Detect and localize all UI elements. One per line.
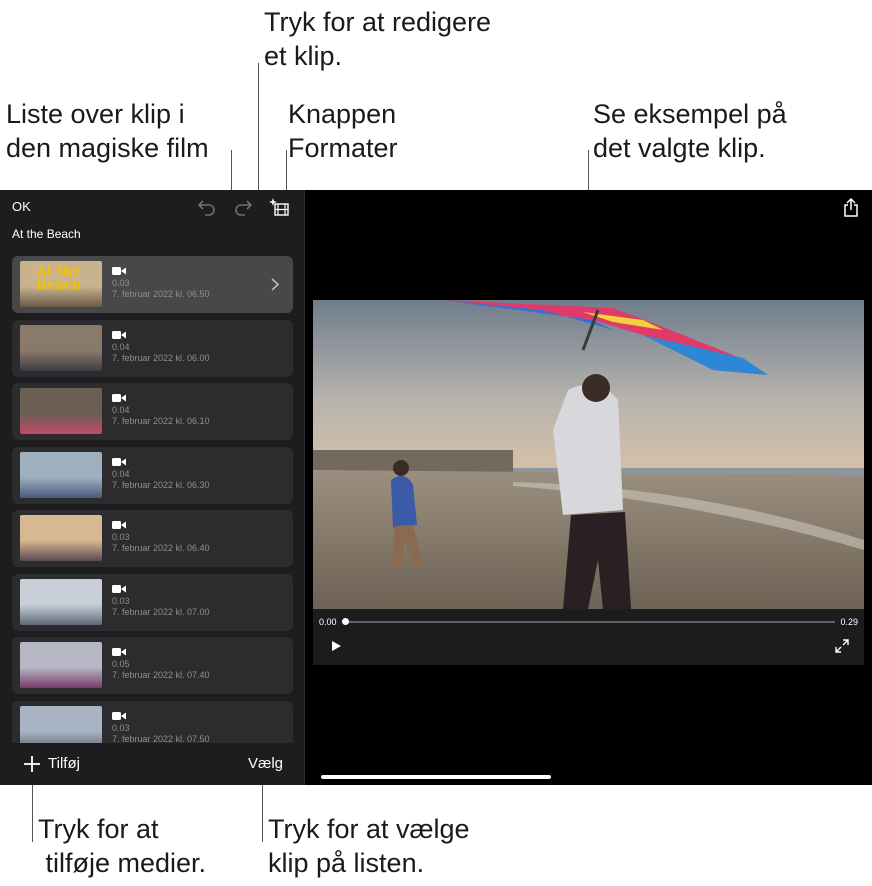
clip-duration: 0.03 [112, 595, 130, 606]
clip-duration: 0.04 [112, 405, 130, 415]
clip-row[interactable]: 0.03 7. februar 2022 kl. 06.40 [12, 510, 293, 567]
leader-line [286, 150, 287, 195]
redo-icon[interactable] [232, 197, 254, 217]
clip-duration: 0.03 [112, 532, 130, 542]
undo-icon[interactable] [196, 197, 218, 217]
clip-duration: 0.04 [112, 341, 130, 352]
clip-date: 7. februar 2022 kl. 07.00 [112, 606, 210, 617]
callout-formats-button: Knappen Formater [288, 99, 398, 163]
clip-thumbnail [20, 451, 102, 498]
clip-row[interactable]: 0.05 7. februar 2022 kl. 07.40 [12, 637, 293, 694]
add-label: Tilføj [48, 755, 80, 772]
scrubber-track[interactable] [345, 621, 835, 623]
video-camera-icon [112, 584, 126, 593]
clip-date: 7. februar 2022 kl. 06.30 [112, 479, 210, 490]
clip-date: 7. februar 2022 kl. 07.50 [112, 733, 210, 744]
video-camera-icon [112, 648, 126, 656]
clip-duration: 0.05 [112, 659, 130, 669]
clip-thumbnail [20, 705, 102, 743]
time-start: 0.00 [319, 617, 337, 627]
callout-select-clips: Tryk for at vælge klip på listen. [268, 814, 470, 878]
video-camera-icon [112, 457, 126, 466]
clip-thumbnail: At the Beach [20, 261, 102, 307]
video-camera-icon [112, 330, 126, 339]
play-icon[interactable] [330, 640, 342, 652]
home-indicator [321, 775, 551, 779]
clip-thumbnail [20, 578, 102, 625]
expand-icon[interactable] [834, 638, 850, 654]
clip-title-overlay: At the Beach [36, 264, 82, 293]
plus-icon [24, 756, 40, 772]
ok-button[interactable]: OK [12, 199, 31, 214]
video-camera-icon [112, 394, 126, 402]
clip-date: 7. februar 2022 kl. 06.50 [112, 289, 210, 299]
clip-row[interactable]: At the Beach 0.03 7. februar 2022 kl. 06.5… [12, 256, 293, 313]
video-preview[interactable] [313, 300, 864, 609]
select-button[interactable]: Vælg [248, 755, 283, 772]
callout-clip-list: Liste over klip i den magiske film [6, 99, 209, 163]
ipad-screen: OK At the Beach At the Beach 0.03 7. febru… [0, 190, 872, 785]
clip-duration: 0.03 [112, 278, 130, 288]
clip-date: 7. februar 2022 kl. 07.40 [112, 670, 210, 680]
clip-row[interactable]: 0.03 7. februar 2022 kl. 07.50 [12, 700, 293, 744]
player-controls: 0.00 0.29 [313, 609, 864, 665]
clip-date: 7. februar 2022 kl. 06.00 [112, 352, 210, 363]
divider [304, 190, 305, 785]
sparkle-film-icon[interactable] [268, 197, 290, 217]
clip-row[interactable]: 0.03 7. februar 2022 kl. 07.00 [12, 573, 293, 631]
scrubber-knob[interactable] [342, 618, 349, 625]
clip-row[interactable]: 0.04 7. februar 2022 kl. 06.10 [12, 383, 293, 440]
clip-date: 7. februar 2022 kl. 06.10 [112, 416, 210, 426]
project-title: At the Beach [12, 227, 81, 241]
clip-thumbnail [20, 388, 102, 434]
clip-date: 7. februar 2022 kl. 06.40 [112, 543, 210, 553]
clip-duration: 0.04 [112, 468, 130, 479]
share-icon[interactable] [842, 197, 860, 217]
clip-row[interactable]: 0.04 7. februar 2022 kl. 06.00 [12, 319, 293, 377]
clip-duration: 0.03 [112, 722, 130, 733]
clip-thumbnail [20, 324, 102, 371]
clip-list[interactable]: At the Beach 0.03 7. februar 2022 kl. 06.5… [0, 256, 304, 743]
clip-thumbnail [20, 642, 102, 688]
video-camera-icon [112, 711, 126, 720]
video-camera-icon [112, 521, 126, 529]
callout-add-media: Tryk for at tilføje medier. [38, 814, 207, 878]
clip-sidebar: OK At the Beach At the Beach 0.03 7. febru… [0, 190, 304, 785]
time-end: 0.29 [840, 617, 858, 627]
callout-preview: Se eksempel på det valgte klip. [593, 99, 787, 163]
bottom-toolbar: Tilføj Vælg [0, 743, 304, 785]
chevron-right-icon[interactable] [271, 278, 279, 291]
callout-edit-clip: Tryk for at redigere et klip. [264, 7, 492, 71]
clip-thumbnail [20, 515, 102, 561]
video-camera-icon [112, 267, 126, 275]
clip-row[interactable]: 0.04 7. februar 2022 kl. 06.30 [12, 446, 293, 504]
